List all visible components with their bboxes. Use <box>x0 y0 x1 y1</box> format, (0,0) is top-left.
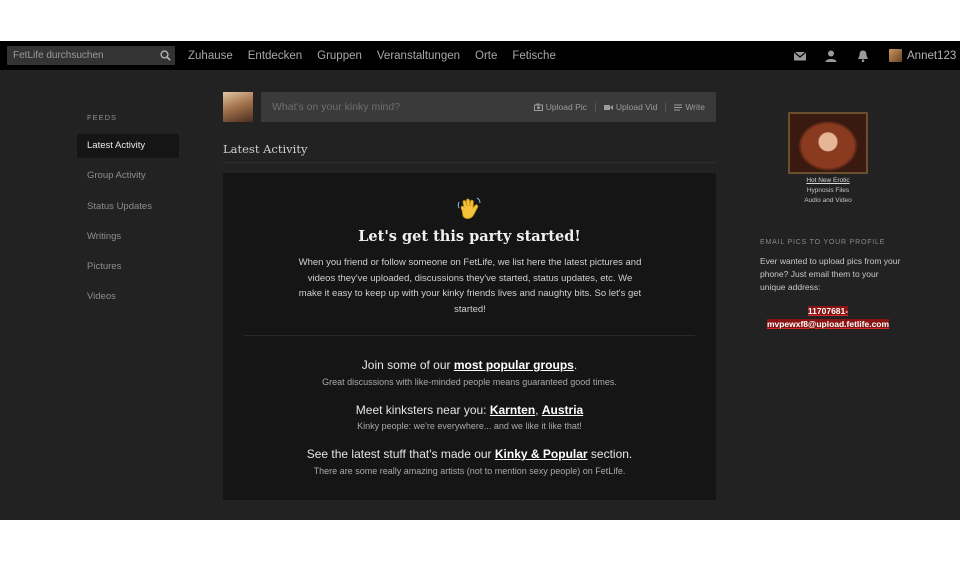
composer-separator <box>594 102 596 112</box>
promo-line: Hypnosis Files <box>806 187 850 194</box>
nearby-cta-separator: , <box>535 403 542 417</box>
status-input[interactable] <box>261 92 511 122</box>
email-pics-heading: EMAIL PICS TO YOUR PROFILE <box>760 239 886 246</box>
my-avatar[interactable] <box>223 92 253 122</box>
video-camera-icon <box>603 104 613 110</box>
email-address-line-2: mvpewxf8@upload.fetlife.com <box>766 318 890 329</box>
nav-entdecken[interactable]: Entdecken <box>248 50 302 62</box>
sidebar-item-status-updates[interactable]: Status Updates <box>77 195 179 219</box>
user-menu[interactable]: Annet123 <box>889 48 956 63</box>
main-nav: Zuhause Entdecken Gruppen Veranstaltunge… <box>188 41 571 70</box>
upload-pic-button[interactable]: Upload Pic <box>533 102 587 112</box>
sidebar-item-group-activity[interactable]: Group Activity <box>77 164 179 188</box>
groups-cta-suffix: . <box>573 358 578 372</box>
composer-separator <box>665 102 667 112</box>
nav-fetische[interactable]: Fetische <box>512 50 555 62</box>
nearby-cta-subtitle: Kinky people: we're everywhere... and we… <box>357 421 582 431</box>
karnten-link[interactable]: Karnten <box>490 403 535 417</box>
mail-icon[interactable] <box>793 49 807 63</box>
email-pics-description: Ever wanted to upload pics from your pho… <box>760 256 901 292</box>
nav-zuhause[interactable]: Zuhause <box>188 50 233 62</box>
nav-gruppen[interactable]: Gruppen <box>317 50 362 62</box>
sidebar-item-pictures[interactable]: Pictures <box>77 255 179 279</box>
popular-cta-text: See the latest stuff that's made our <box>306 447 495 461</box>
email-address-line-1: 11707681- <box>807 306 849 316</box>
empty-feed-card: Let's get this party started! When you f… <box>223 173 716 500</box>
camera-icon <box>533 103 543 111</box>
composer-actions: Upload Pic Upload Vid Write <box>533 92 705 122</box>
upload-email-address[interactable]: 11707681- mvpewxf8@upload.fetlife.com <box>760 305 896 330</box>
section-divider <box>223 162 716 163</box>
lines-icon <box>674 104 683 110</box>
waving-hand-icon <box>457 197 481 219</box>
app-frame: Zuhause Entdecken Gruppen Veranstaltunge… <box>0 41 960 520</box>
sidebar-item-writings[interactable]: Writings <box>77 225 179 249</box>
status-composer: Upload Pic Upload Vid Write <box>261 92 716 122</box>
upload-vid-button[interactable]: Upload Vid <box>603 102 658 112</box>
groups-cta: Join some of our most popular groups. <box>223 358 716 372</box>
section-title: Latest Activity <box>223 142 308 156</box>
most-popular-groups-link[interactable]: most popular groups <box>454 358 574 372</box>
promo-line: Audio and Video <box>804 197 852 204</box>
username: Annet123 <box>907 49 957 62</box>
kinky-popular-link[interactable]: Kinky & Popular <box>495 447 588 461</box>
promo-image[interactable] <box>788 112 868 174</box>
top-navigation-bar: Zuhause Entdecken Gruppen Veranstaltunge… <box>0 41 960 70</box>
bell-icon[interactable] <box>856 49 870 63</box>
search-button[interactable] <box>156 46 175 65</box>
popular-cta: See the latest stuff that's made our Kin… <box>223 447 716 461</box>
user-icon[interactable] <box>824 49 838 63</box>
nearby-cta-text: Meet kinksters near you: <box>355 403 490 417</box>
card-heading: Let's get this party started! <box>358 228 581 245</box>
card-description: When you friend or follow someone on Fet… <box>298 257 642 315</box>
upload-pic-label: Upload Pic <box>545 102 587 112</box>
upload-vid-label: Upload Vid <box>615 102 658 112</box>
popular-cta-suffix: section. <box>587 447 633 461</box>
search-box <box>7 46 175 65</box>
austria-link[interactable]: Austria <box>542 403 583 417</box>
nearby-cta: Meet kinksters near you: Karnten, Austri… <box>223 403 716 417</box>
nav-veranstaltungen[interactable]: Veranstaltungen <box>377 50 460 62</box>
card-divider <box>244 335 695 336</box>
sidebar-item-latest-activity[interactable]: Latest Activity <box>77 134 179 158</box>
write-label: Write <box>685 102 705 112</box>
promo-link[interactable]: Hot New Erotic <box>760 177 896 184</box>
groups-cta-subtitle: Great discussions with like-minded peopl… <box>322 377 617 387</box>
groups-cta-text: Join some of our <box>361 358 454 372</box>
user-avatar <box>889 49 902 62</box>
write-button[interactable]: Write <box>674 102 705 112</box>
nav-orte[interactable]: Orte <box>475 50 497 62</box>
search-icon <box>160 50 171 61</box>
popular-cta-subtitle: There are some really amazing artists (n… <box>313 466 626 476</box>
search-input[interactable] <box>7 46 157 65</box>
sidebar-item-videos[interactable]: Videos <box>77 285 179 309</box>
feeds-heading: FEEDS <box>87 113 118 122</box>
